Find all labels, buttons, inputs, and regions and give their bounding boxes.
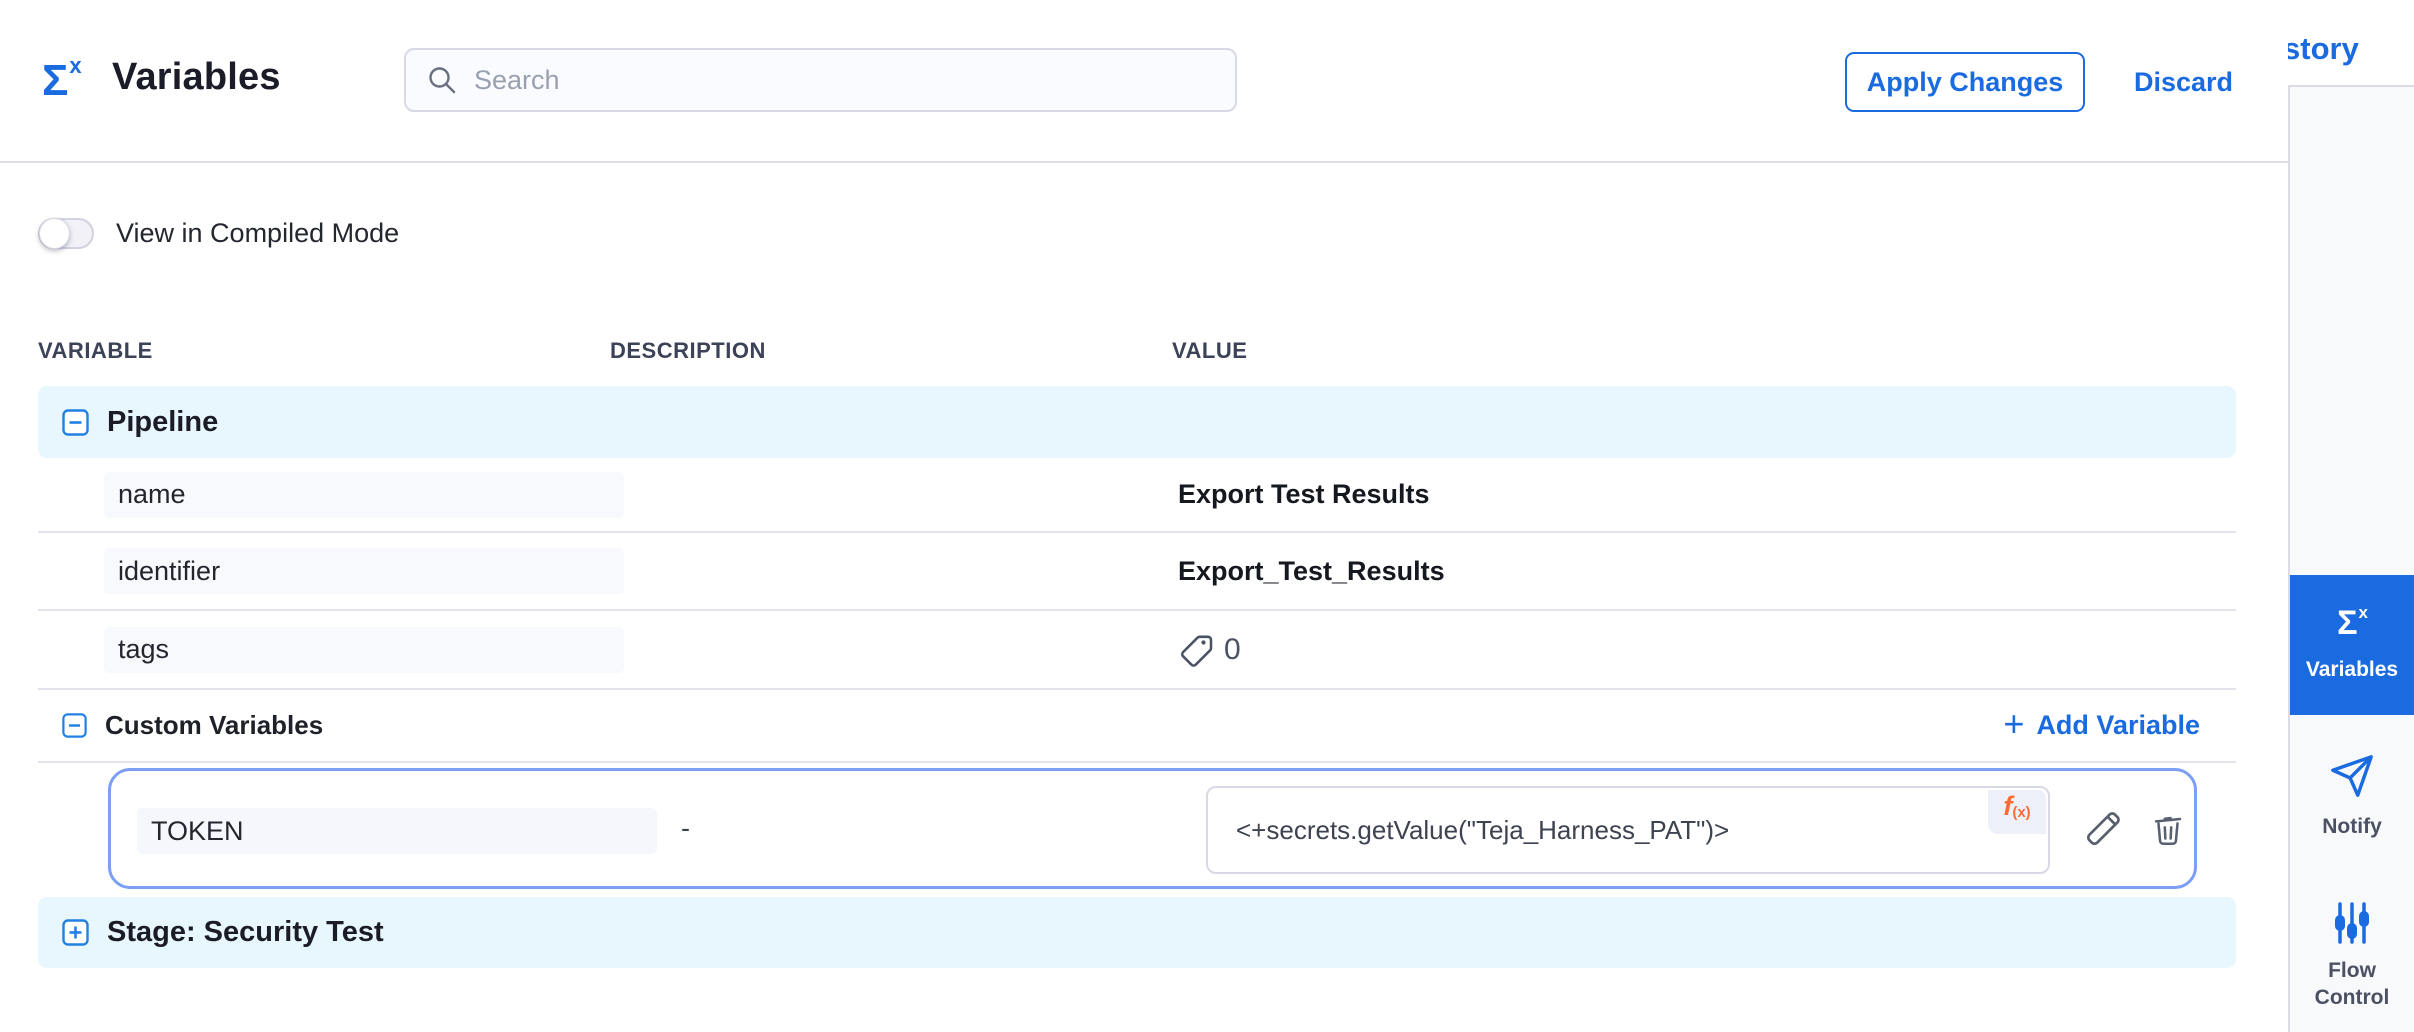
- table-column-headers: VARIABLE DESCRIPTION VALUE: [0, 338, 2288, 368]
- variable-value: Export_Test_Results: [1178, 556, 1445, 587]
- column-header-value: VALUE: [1172, 338, 1247, 364]
- edit-pencil-icon[interactable]: [2083, 809, 2123, 849]
- section-title: Stage: Security Test: [107, 916, 384, 949]
- compiled-mode-toggle-row: View in Compiled Mode: [38, 218, 399, 249]
- delete-trash-icon[interactable]: [2149, 809, 2187, 849]
- tag-count: 0: [1224, 633, 1241, 667]
- sliders-icon: [2329, 901, 2375, 945]
- discard-button[interactable]: Discard: [2124, 52, 2243, 112]
- sidebar-item-label: Variables: [2306, 656, 2398, 683]
- sidebar-item-variables[interactable]: Σx Variables: [2290, 575, 2414, 715]
- section-header-stage[interactable]: Stage: Security Test: [38, 897, 2236, 968]
- custom-variable-value-input[interactable]: <+secrets.getValue("Teja_Harness_PAT")> …: [1206, 786, 2050, 874]
- apply-changes-button[interactable]: Apply Changes: [1845, 52, 2085, 112]
- sidebar-item-notify[interactable]: Notify: [2290, 745, 2414, 849]
- collapse-minus-icon[interactable]: [62, 713, 87, 738]
- sidebar-item-label: Notify: [2322, 813, 2382, 840]
- page-title: Variables: [112, 56, 281, 99]
- collapse-minus-icon[interactable]: [62, 409, 89, 436]
- toggle-knob: [39, 218, 70, 249]
- variables-drawer: Σx Variables Apply Changes Discard View …: [0, 0, 2288, 1032]
- expand-plus-icon[interactable]: [62, 919, 89, 946]
- table-row: identifier Export_Test_Results: [38, 533, 2236, 611]
- variable-name-field: name: [104, 472, 624, 518]
- custom-variable-name-field: TOKEN: [137, 808, 657, 854]
- variables-table: Pipeline name Export Test Results identi…: [38, 386, 2236, 968]
- section-title: Custom Variables: [105, 710, 323, 741]
- table-row: name Export Test Results: [38, 458, 2236, 533]
- column-header-description: DESCRIPTION: [610, 338, 766, 364]
- history-link-partial[interactable]: story: [2283, 31, 2359, 67]
- custom-variable-card[interactable]: TOKEN - <+secrets.getValue("Teja_Harness…: [108, 768, 2197, 889]
- drawer-header: Σx Variables Apply Changes Discard: [0, 0, 2288, 163]
- expression-fx-badge[interactable]: f(x): [1988, 790, 2046, 834]
- section-title: Pipeline: [107, 406, 218, 439]
- sidebar-item-flow-control[interactable]: FlowControl: [2290, 895, 2414, 1017]
- search-icon: [426, 64, 458, 96]
- section-header-pipeline[interactable]: Pipeline: [38, 386, 2236, 458]
- table-row: tags 0: [38, 611, 2236, 690]
- variable-value: Export Test Results: [1178, 479, 1430, 510]
- compiled-mode-label: View in Compiled Mode: [116, 218, 399, 249]
- variable-name-field: tags: [104, 627, 624, 673]
- add-variable-button[interactable]: + Add Variable: [2003, 708, 2200, 744]
- search-input[interactable]: [474, 65, 1215, 96]
- compiled-mode-toggle[interactable]: [38, 218, 94, 249]
- sigma-x-logo-icon: Σx: [42, 50, 81, 112]
- custom-variable-row: TOKEN - <+secrets.getValue("Teja_Harness…: [38, 763, 2236, 897]
- custom-variable-description: -: [681, 771, 690, 886]
- expression-value[interactable]: <+secrets.getValue("Teja_Harness_PAT")>: [1236, 788, 1729, 872]
- sidebar-item-label: FlowControl: [2315, 957, 2390, 1012]
- paper-plane-icon: [2329, 753, 2375, 799]
- screen: story Σx Variables Notify: [0, 0, 2414, 1032]
- sigma-x-icon: Σx: [2337, 606, 2367, 640]
- tag-icon: [1178, 632, 1214, 668]
- plus-icon: +: [2003, 706, 2024, 742]
- variable-name-field: identifier: [104, 548, 624, 594]
- search-box[interactable]: [404, 48, 1237, 112]
- variable-value: 0: [1178, 632, 1241, 668]
- section-header-custom-variables: Custom Variables + Add Variable: [38, 690, 2236, 763]
- right-toolbar-sidebar: Σx Variables Notify: [2288, 85, 2414, 1032]
- column-header-variable: VARIABLE: [38, 338, 153, 364]
